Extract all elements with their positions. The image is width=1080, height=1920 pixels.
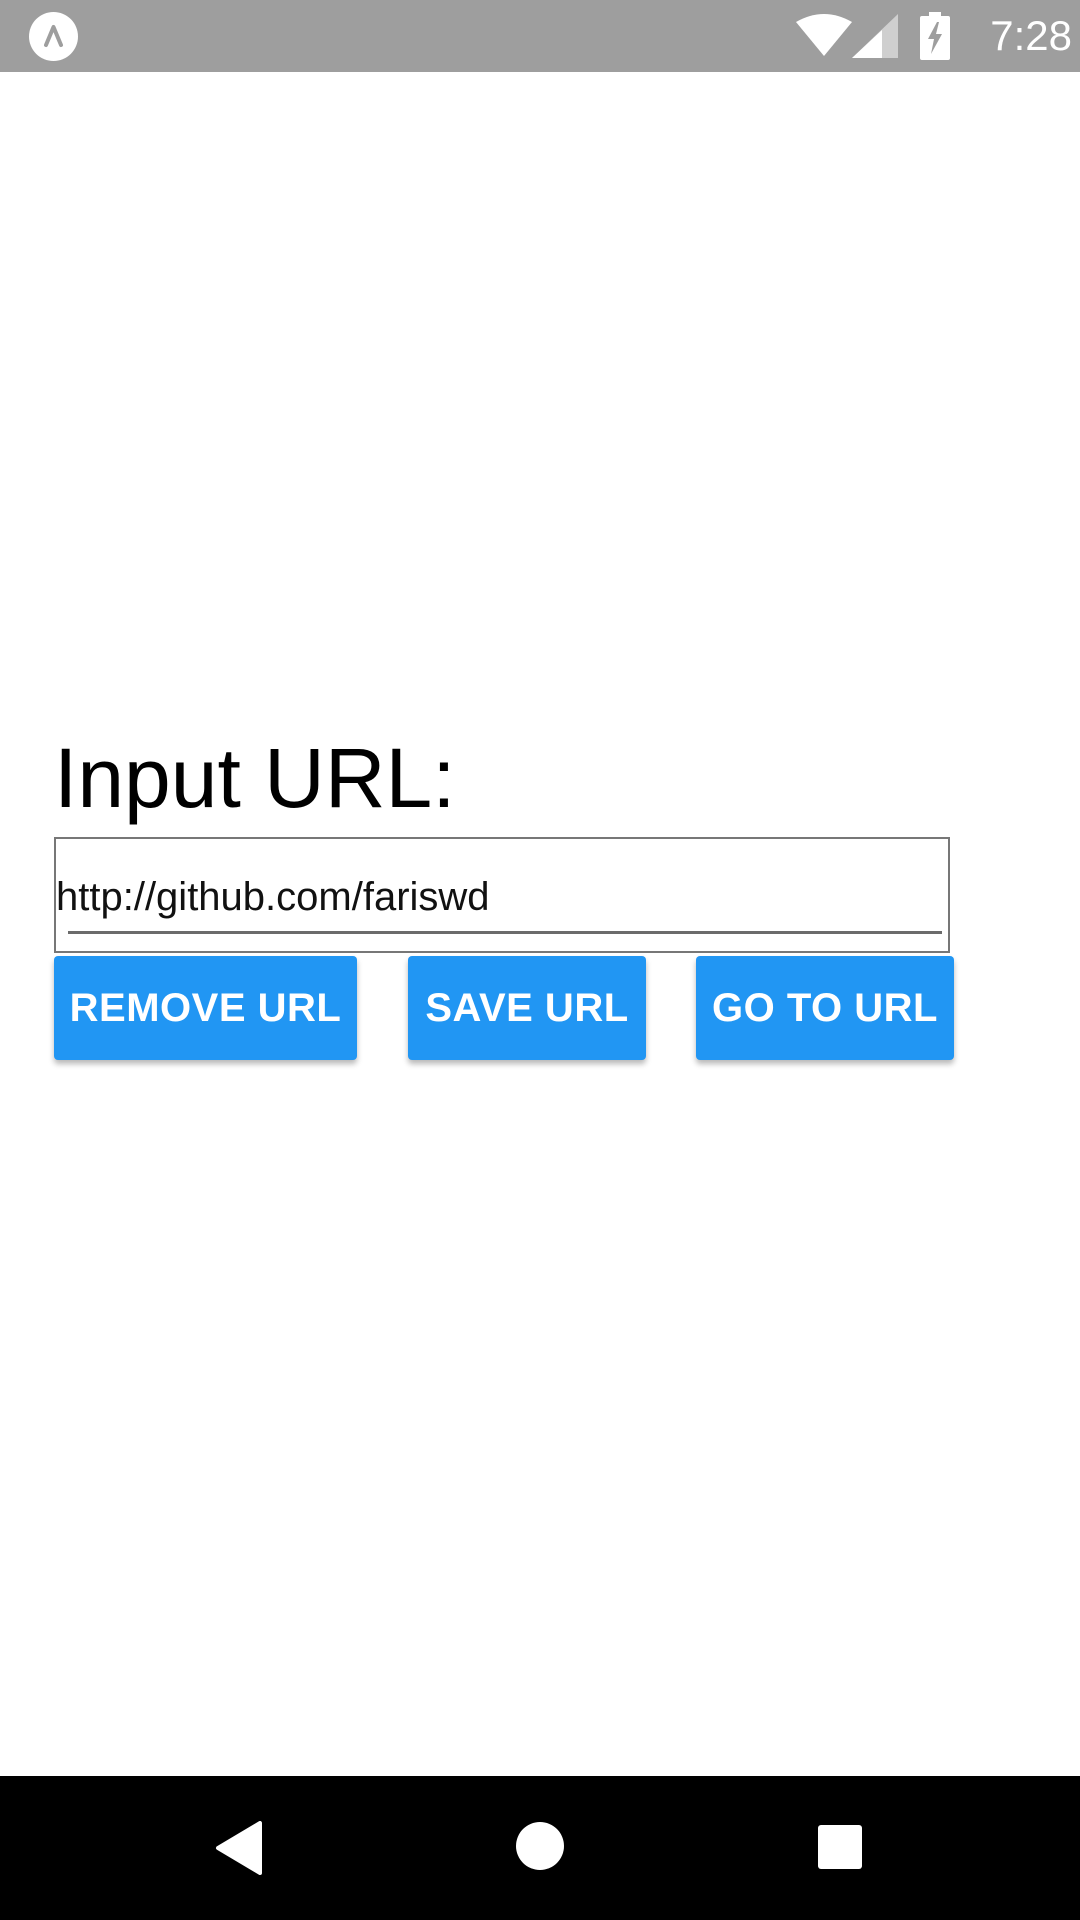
- url-input-underline: [68, 931, 942, 934]
- remove-url-label: REMOVE URL: [69, 985, 342, 1030]
- wifi-icon: [796, 14, 852, 63]
- save-url-button[interactable]: SAVE URL: [408, 956, 646, 1060]
- back-icon[interactable]: [214, 1821, 262, 1880]
- url-input-container: [54, 837, 950, 953]
- navigation-bar: [0, 1776, 1080, 1920]
- input-url-label: Input URL:: [54, 731, 456, 825]
- home-icon[interactable]: [515, 1821, 565, 1876]
- remove-url-button[interactable]: REMOVE URL: [54, 956, 357, 1060]
- url-input[interactable]: [56, 869, 936, 925]
- go-to-url-button[interactable]: GO TO URL: [696, 956, 954, 1060]
- clock: 7:28: [990, 12, 1072, 59]
- cell-signal-icon: [852, 14, 898, 63]
- app-logo-icon: [29, 12, 78, 61]
- screen: 7:28 Input URL: REMOVE URL SAVE URL GO T…: [0, 0, 1080, 1920]
- go-to-url-label: GO TO URL: [712, 985, 938, 1030]
- status-bar: 7:28: [0, 0, 1080, 72]
- recents-icon[interactable]: [817, 1824, 863, 1875]
- save-url-label: SAVE URL: [425, 985, 629, 1030]
- battery-charging-icon: [920, 12, 950, 65]
